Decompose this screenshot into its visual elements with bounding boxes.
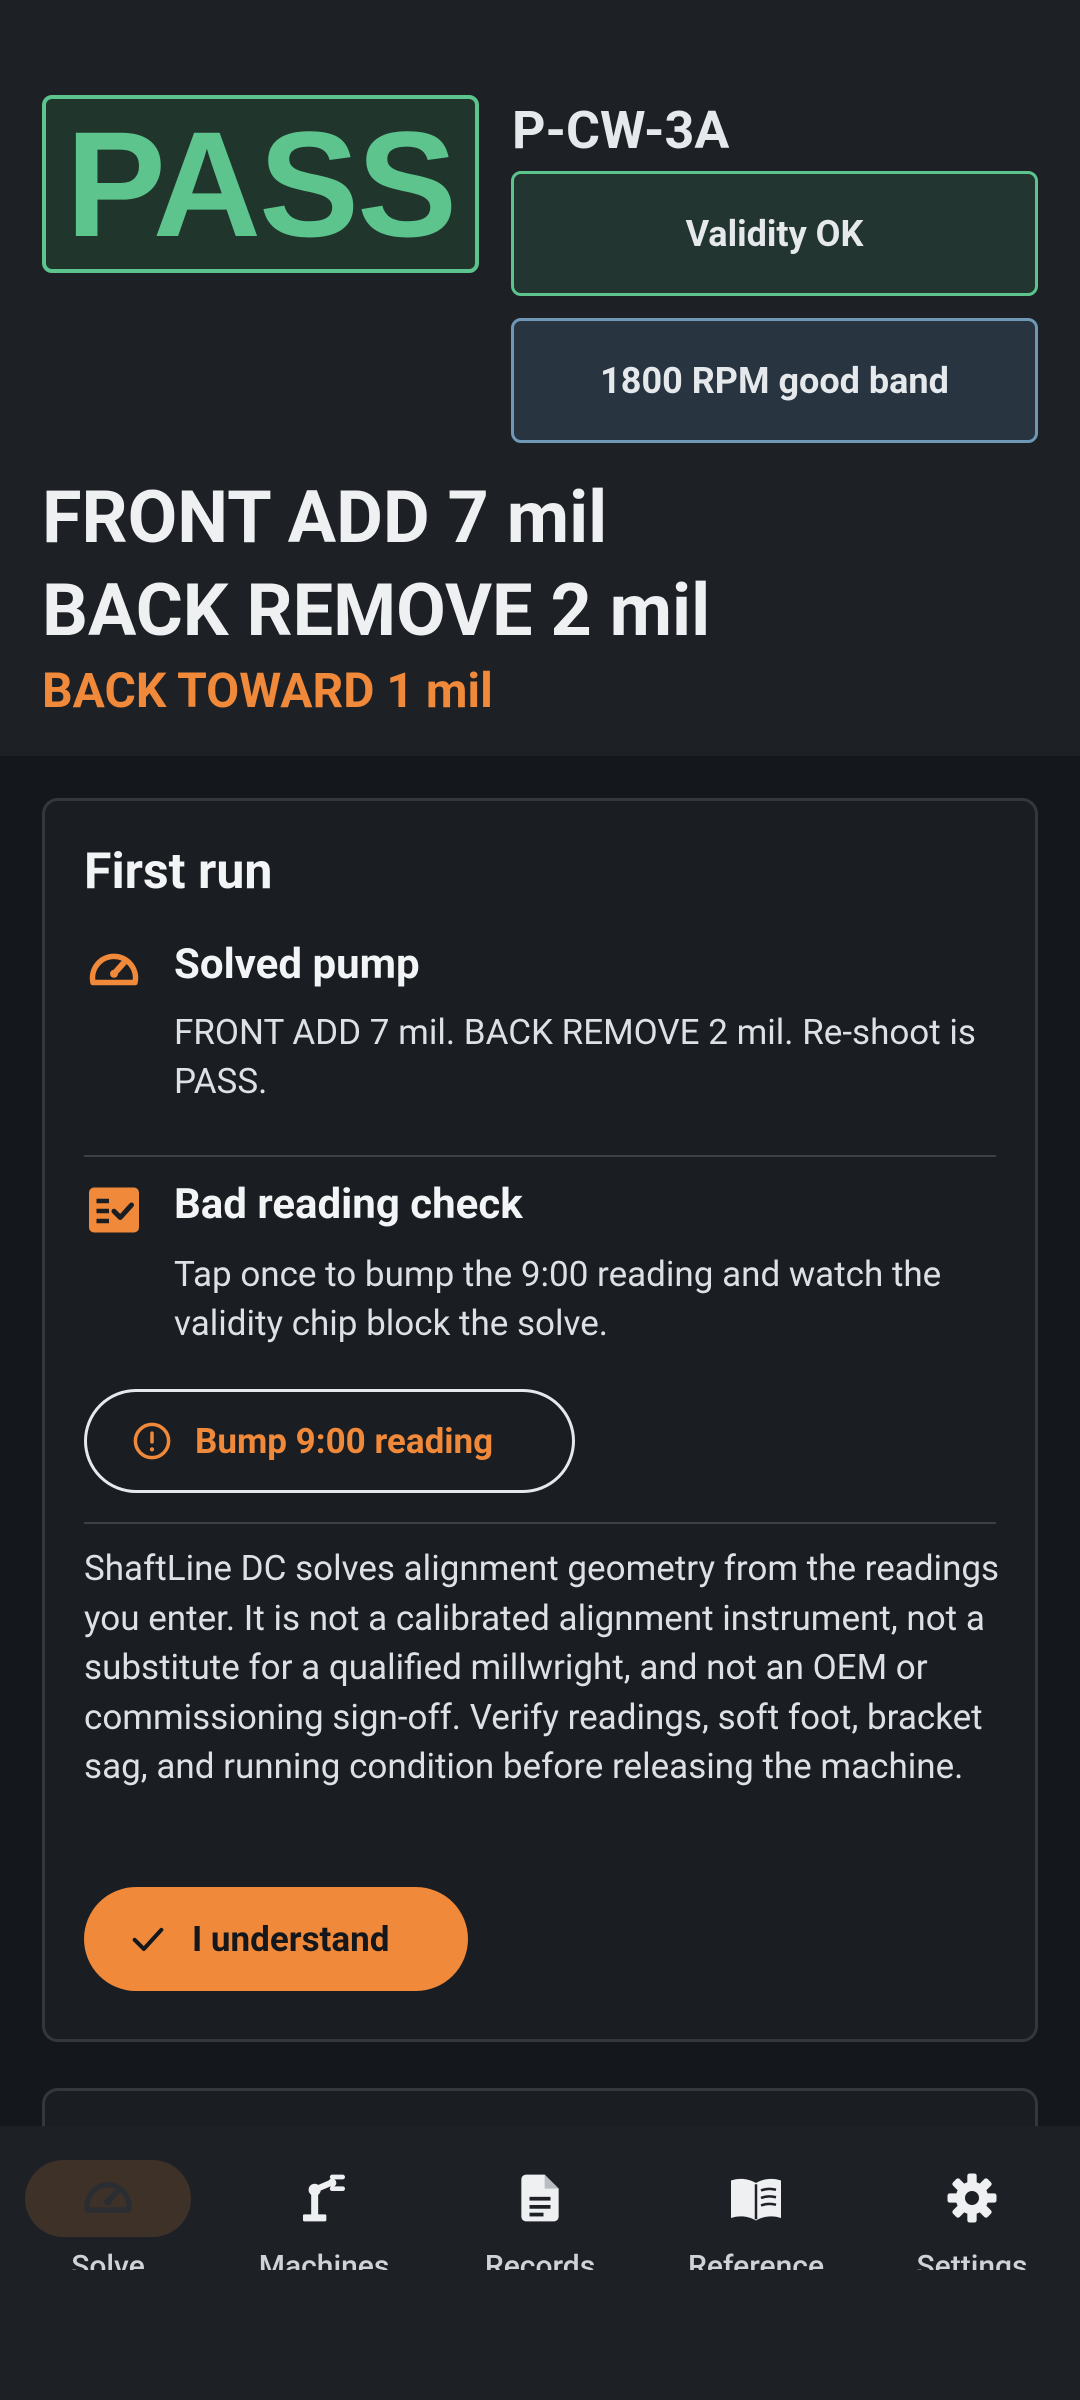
nav-label: Solve [71, 2248, 145, 2270]
i-understand-button[interactable]: I understand [84, 1887, 468, 1991]
screen: { "header": { "verdict": "PASS", "machin… [0, 0, 1080, 2400]
nav-pill [673, 2160, 839, 2237]
nav-item-reference[interactable]: Reference [648, 2160, 864, 2270]
nav-label: Machines [258, 2248, 390, 2270]
speedometer-icon [89, 953, 139, 986]
checklist-icon [89, 1187, 139, 1233]
nav-pill [241, 2160, 407, 2237]
step-title-bad-reading: Bad reading check [174, 1180, 523, 1229]
nav-label: Records [484, 2248, 596, 2270]
nav-item-solve[interactable]: Solve [0, 2160, 216, 2270]
card-title: First run [84, 843, 273, 901]
document-icon [521, 2175, 559, 2222]
nav-item-settings[interactable]: Settings [864, 2160, 1080, 2270]
disclaimer-text: ShaftLine DC solves alignment geometry f… [84, 1548, 1000, 1787]
nav-label: Reference [687, 2248, 825, 2270]
step-text-bad-reading: Tap once to bump the 9:00 reading and wa… [174, 1254, 942, 1344]
verdict-text: PASS [65, 100, 457, 268]
bump-reading-label: Bump 9:00 reading [195, 1420, 494, 1462]
rpm-band-chip[interactable]: 1800 RPM good band [511, 318, 1038, 443]
nav-item-machines[interactable]: Machines [216, 2160, 432, 2270]
i-understand-label: I understand [192, 1918, 390, 1960]
alert-circle-icon [133, 1422, 171, 1460]
divider [84, 1522, 996, 1524]
front-move-instruction: FRONT ADD 7 mil [42, 475, 608, 560]
nav-label: Settings [916, 2248, 1028, 2270]
speedometer-icon [84, 2182, 132, 2214]
divider [84, 1155, 996, 1157]
gear-icon [947, 2173, 997, 2223]
validity-chip[interactable]: Validity OK [511, 171, 1038, 296]
robot-arm-icon [303, 2175, 345, 2222]
nav-item-records[interactable]: Records [432, 2160, 648, 2270]
step-title-solved-pump: Solved pump [174, 940, 420, 989]
nav-pill [889, 2160, 1055, 2237]
bump-reading-button[interactable]: Bump 9:00 reading [84, 1389, 575, 1493]
nav-pill [457, 2160, 623, 2237]
back-move-instruction: BACK REMOVE 2 mil [42, 568, 711, 653]
step-text-solved-pump: FRONT ADD 7 mil. BACK REMOVE 2 mil. Re-s… [174, 1012, 976, 1102]
book-icon [731, 2179, 781, 2221]
check-icon [132, 1927, 164, 1951]
machine-id: P-CW-3A [512, 100, 730, 161]
verdict-badge: PASS [42, 95, 479, 273]
nav-pill [25, 2160, 191, 2237]
side-move-instruction: BACK TOWARD 1 mil [42, 662, 493, 719]
